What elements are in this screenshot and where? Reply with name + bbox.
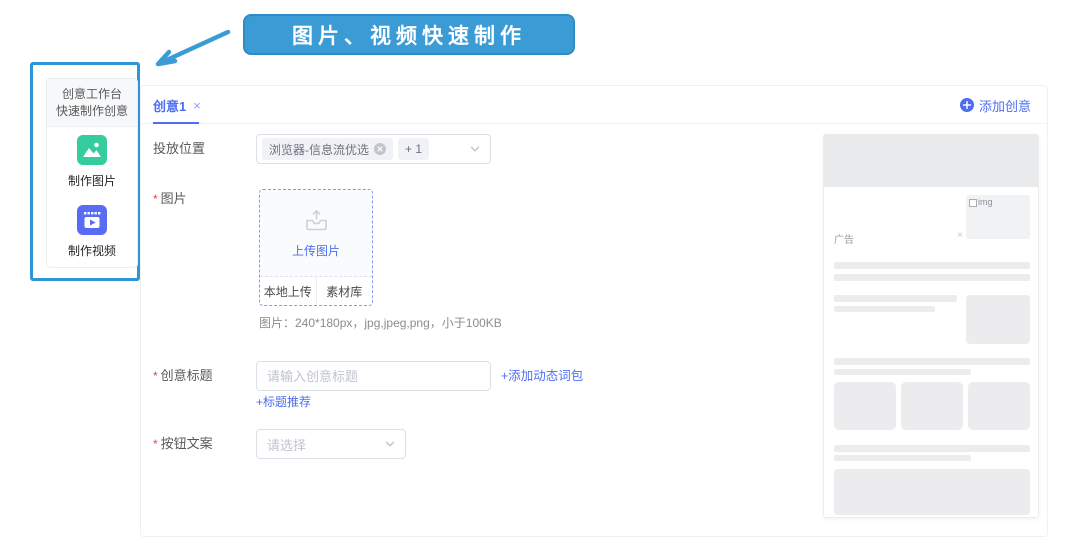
skeleton-line bbox=[834, 274, 1030, 281]
sidebar-title-line1: 创意工作台 bbox=[62, 86, 122, 103]
ad-preview-card: img 广告 × bbox=[823, 134, 1039, 518]
tag-close-icon[interactable] bbox=[374, 143, 386, 155]
preview-close-icon[interactable]: × bbox=[957, 230, 963, 241]
sidebar-item-label: 制作图片 bbox=[68, 172, 116, 189]
required-mark: * bbox=[153, 192, 158, 206]
skeleton-line bbox=[834, 369, 971, 375]
title-suggest-link[interactable]: +标题推荐 bbox=[256, 393, 311, 410]
skeleton-line bbox=[834, 445, 1030, 452]
required-mark: * bbox=[153, 369, 158, 383]
preview-header-block bbox=[824, 135, 1038, 187]
image-icon bbox=[77, 135, 107, 165]
tab-bar: 创意1 × 添加创意 bbox=[141, 86, 1047, 124]
chevron-down-icon bbox=[384, 438, 396, 450]
callout-arrow-icon bbox=[148, 28, 233, 68]
upload-icon bbox=[303, 207, 330, 234]
image-label: *图片 bbox=[153, 189, 253, 209]
select-placeholder: 请选择 bbox=[267, 435, 306, 454]
upload-image-label: 上传图片 bbox=[292, 242, 340, 259]
chevron-down-icon bbox=[469, 143, 481, 155]
upload-dropzone[interactable]: 上传图片 本地上传 素材库 bbox=[259, 189, 373, 306]
tab-label: 创意1 bbox=[153, 96, 186, 115]
skeleton-line bbox=[834, 306, 935, 312]
local-upload-button[interactable]: 本地上传 bbox=[260, 277, 317, 305]
skeleton-tile bbox=[968, 382, 1030, 430]
skeleton-tile bbox=[834, 382, 896, 430]
plus-circle-icon bbox=[960, 98, 974, 112]
preview-image-placeholder: img bbox=[966, 195, 1030, 239]
add-dynamic-words-link[interactable]: +添加动态词包 bbox=[501, 361, 583, 391]
skeleton-line bbox=[834, 262, 1030, 269]
add-creative-label: 添加创意 bbox=[979, 96, 1031, 115]
title-label: *创意标题 bbox=[153, 361, 253, 391]
tab-close-icon[interactable]: × bbox=[193, 98, 201, 113]
ad-badge: 广告 bbox=[834, 231, 854, 246]
skeleton-tile bbox=[966, 295, 1030, 344]
material-library-button[interactable]: 素材库 bbox=[317, 277, 373, 305]
upload-main-area[interactable]: 上传图片 bbox=[260, 190, 372, 277]
broken-image-icon: img bbox=[969, 197, 1027, 207]
placement-select[interactable]: 浏览器-信息流优选 + 1 bbox=[256, 134, 491, 164]
skeleton-tile bbox=[901, 382, 963, 430]
image-spec-hint: 图片：240*180px，jpg,jpeg,png，小于100KB bbox=[259, 314, 502, 331]
placement-tag: 浏览器-信息流优选 bbox=[262, 138, 393, 160]
video-icon bbox=[77, 205, 107, 235]
add-creative-button[interactable]: 添加创意 bbox=[960, 86, 1031, 124]
sidebar-item-label: 制作视频 bbox=[68, 242, 116, 259]
callout-banner: 图片、视频快速制作 bbox=[243, 14, 575, 55]
sidebar-title: 创意工作台 快速制作创意 bbox=[47, 79, 137, 127]
skeleton-line bbox=[834, 455, 971, 461]
skeleton-line bbox=[834, 295, 957, 302]
placement-label: 投放位置 bbox=[153, 134, 253, 164]
tab-creative-1[interactable]: 创意1 × bbox=[153, 86, 201, 124]
sidebar-item-make-video[interactable]: 制作视频 bbox=[47, 197, 137, 267]
creative-editor-panel: 创意1 × 添加创意 投放位置 浏览器-信息流优选 + 1 bbox=[140, 85, 1048, 537]
callout-label: 图片、视频快速制作 bbox=[292, 20, 526, 50]
tab-active-underline bbox=[153, 122, 199, 124]
upload-actions: 本地上传 素材库 bbox=[260, 277, 372, 305]
creative-workbench-panel: 创意工作台 快速制作创意 制作图片 制作视频 bbox=[46, 78, 138, 268]
sidebar-item-make-image[interactable]: 制作图片 bbox=[47, 127, 137, 197]
required-mark: * bbox=[153, 437, 158, 451]
placement-more-tag: + 1 bbox=[398, 138, 429, 160]
button-copy-select[interactable]: 请选择 bbox=[256, 429, 406, 459]
sidebar-title-line2: 快速制作创意 bbox=[56, 103, 128, 120]
title-input[interactable] bbox=[256, 361, 491, 391]
skeleton-block bbox=[834, 469, 1030, 515]
button-copy-label: *按钮文案 bbox=[153, 429, 253, 459]
skeleton-line bbox=[834, 358, 1030, 365]
